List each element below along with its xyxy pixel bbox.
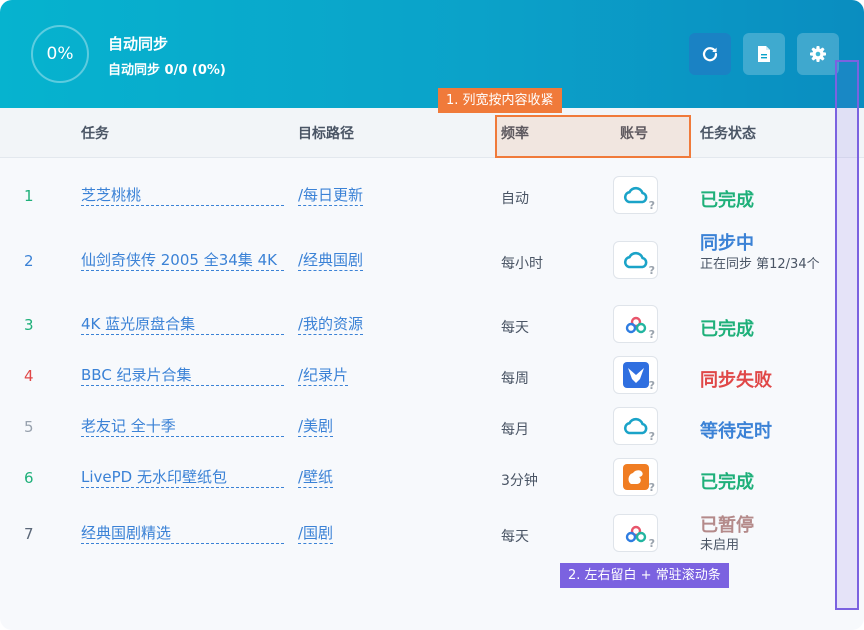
progress-ring: 0% <box>31 25 89 83</box>
log-file-button[interactable] <box>743 33 785 75</box>
annotation-column-width: 1. 列宽按内容收紧 <box>438 88 562 113</box>
table-header: 任务 目标路径 频率 账号 任务状态 <box>0 108 864 158</box>
panel-subtitle: 自动同步 0/0 (0%) <box>108 63 226 78</box>
unknown-account-icon: ? <box>648 328 655 341</box>
status-value: 等待定时 <box>700 421 772 442</box>
frequency-value: 每周 <box>501 371 529 387</box>
path-link[interactable]: /国剧 <box>298 524 334 544</box>
squirrel-icon <box>623 464 649 490</box>
annotation-scrollbar: 2. 左右留白 + 常驻滚动条 <box>560 563 729 588</box>
frequency-value: 每天 <box>501 320 529 336</box>
task-link[interactable]: 4K 蓝光原盘合集 <box>81 315 284 335</box>
frequency-value: 每月 <box>501 422 529 438</box>
cloud-icon <box>623 251 648 269</box>
status-value: 已完成 <box>700 190 754 211</box>
task-link[interactable]: 仙剑奇侠传 2005 全34集 4K <box>81 251 284 271</box>
swallow-icon <box>623 362 649 388</box>
row-index: 6 <box>24 469 34 487</box>
unknown-account-icon: ? <box>648 264 655 277</box>
account-button[interactable]: ? <box>613 305 658 343</box>
sync-panel: 0% 自动同步 自动同步 0/0 (0%) 任务 目标路径 频率 账号 任务状态… <box>0 0 864 630</box>
column-width-highlight <box>495 115 691 158</box>
column-task[interactable]: 任务 <box>81 123 109 143</box>
status-value: 同步失败 <box>700 370 772 391</box>
cloud-icon <box>623 417 648 435</box>
account-button[interactable]: ? <box>613 407 658 445</box>
account-button[interactable]: ? <box>613 356 658 394</box>
account-button[interactable]: ? <box>613 176 658 214</box>
task-link[interactable]: 老友记 全十季 <box>81 417 284 437</box>
row-index: 5 <box>24 418 34 436</box>
status-detail: 正在同步 第12/34个 <box>700 257 820 272</box>
row-index: 1 <box>24 187 34 205</box>
path-link[interactable]: /美剧 <box>298 417 334 437</box>
cloud-icon <box>623 186 648 204</box>
unknown-account-icon: ? <box>648 481 655 494</box>
tricolor-cloud-icon <box>625 525 647 543</box>
status-value: 已完成 <box>700 472 754 493</box>
status-detail: 未启用 <box>700 538 740 553</box>
unknown-account-icon: ? <box>648 379 655 392</box>
gear-icon <box>810 46 826 62</box>
account-button[interactable]: ? <box>613 514 658 552</box>
row-index: 2 <box>24 252 34 270</box>
path-link[interactable]: /每日更新 <box>298 186 364 206</box>
frequency-value: 自动 <box>501 191 529 207</box>
unknown-account-icon: ? <box>648 537 655 550</box>
frequency-value: 每小时 <box>501 256 543 272</box>
task-link[interactable]: 经典国剧精选 <box>81 524 284 544</box>
scrollbar-highlight <box>835 60 859 610</box>
unknown-account-icon: ? <box>648 199 655 212</box>
path-link[interactable]: /我的资源 <box>298 315 364 335</box>
path-link[interactable]: /经典国剧 <box>298 251 364 271</box>
frequency-value: 3分钟 <box>501 473 538 489</box>
status-value: 已完成 <box>700 319 754 340</box>
task-link[interactable]: LivePD 无水印壁纸包 <box>81 468 284 488</box>
path-link[interactable]: /壁纸 <box>298 468 334 488</box>
status-value: 已暂停 <box>700 515 754 536</box>
file-icon <box>758 46 770 62</box>
task-link[interactable]: 芝芝桃桃 <box>81 186 284 206</box>
column-status[interactable]: 任务状态 <box>700 123 756 143</box>
frequency-value: 每天 <box>501 529 529 545</box>
status-value: 同步中 <box>700 233 754 254</box>
panel-header: 0% 自动同步 自动同步 0/0 (0%) <box>0 0 864 108</box>
account-button[interactable]: ? <box>613 241 658 279</box>
tricolor-cloud-icon <box>625 316 647 334</box>
row-index: 4 <box>24 367 34 385</box>
path-link[interactable]: /纪录片 <box>298 366 349 386</box>
refresh-icon <box>702 47 718 62</box>
unknown-account-icon: ? <box>648 430 655 443</box>
refresh-button[interactable] <box>689 33 731 75</box>
settings-button[interactable] <box>797 33 839 75</box>
column-path[interactable]: 目标路径 <box>298 123 354 143</box>
row-index: 3 <box>24 316 34 334</box>
progress-value: 0% <box>46 44 74 64</box>
row-index: 7 <box>24 525 34 543</box>
account-button[interactable]: ? <box>613 458 658 496</box>
task-link[interactable]: BBC 纪录片合集 <box>81 366 284 386</box>
panel-title: 自动同步 <box>108 35 169 53</box>
